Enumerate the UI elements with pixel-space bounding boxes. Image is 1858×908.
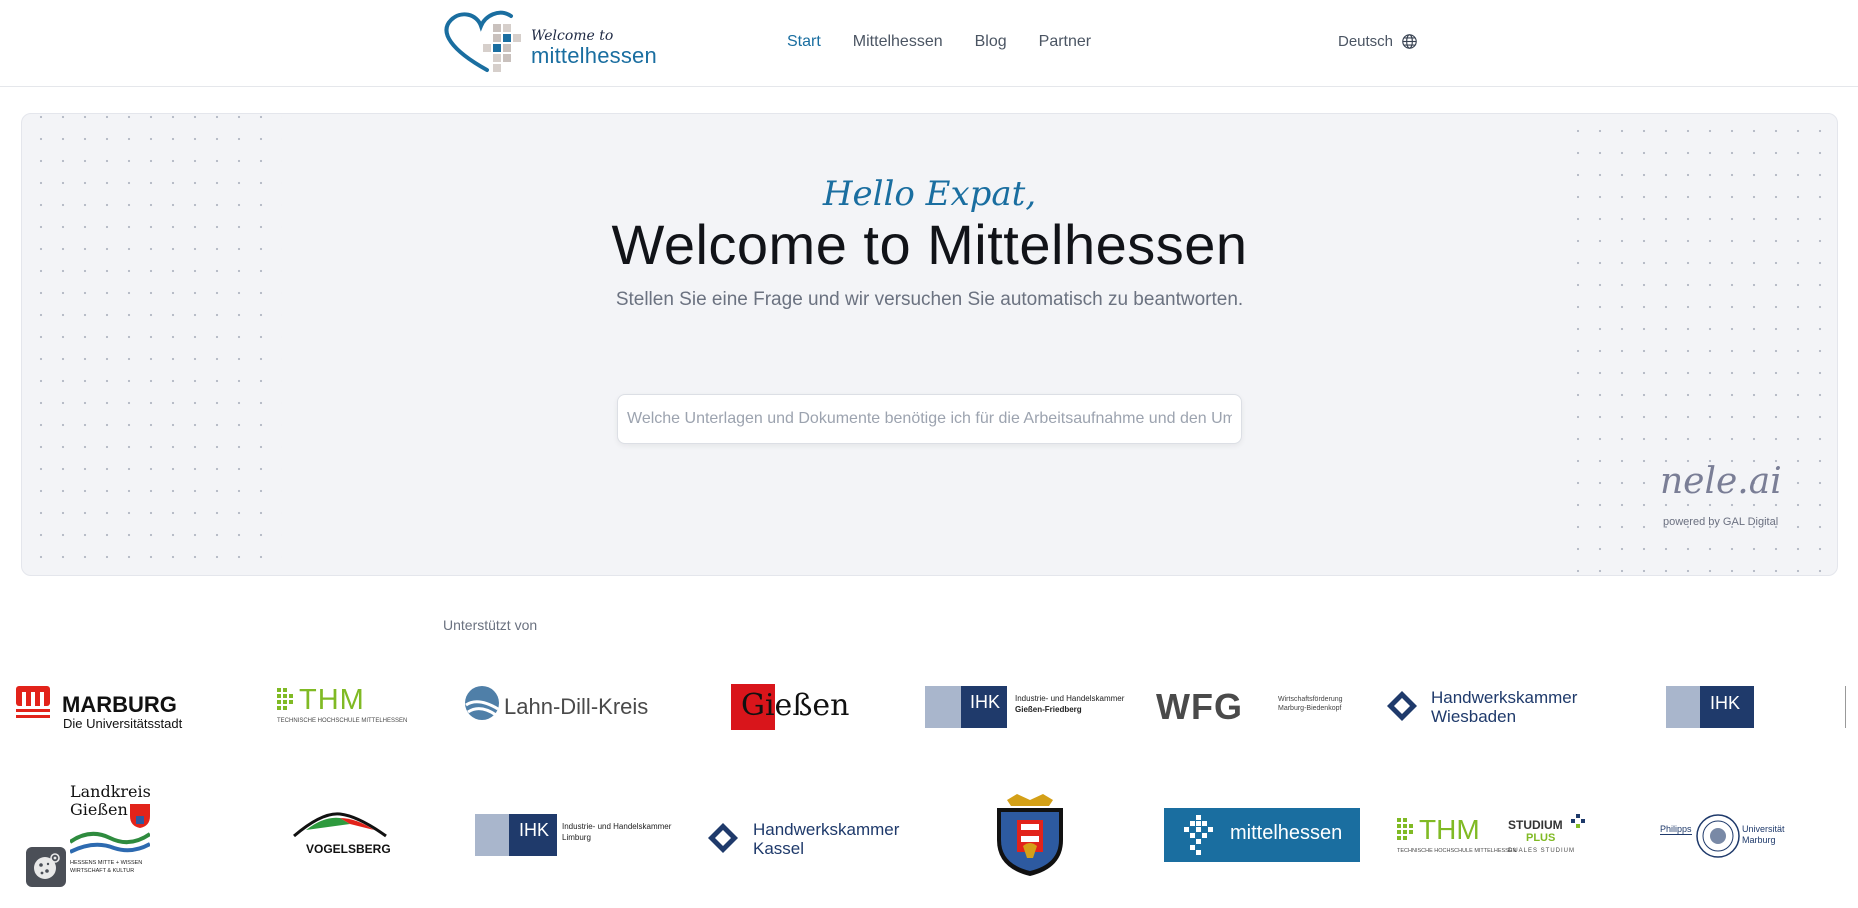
wfg-text: WFG xyxy=(1156,686,1243,727)
language-selector[interactable]: Deutsch xyxy=(1338,33,1418,50)
logo-hessen-coat-of-arms[interactable] xyxy=(993,794,1067,876)
logo-lahn-dill-kreis[interactable]: Lahn-Dill-Kreis xyxy=(464,685,654,725)
site-header: Welcome to mittelhessen Start Mittelhess… xyxy=(0,0,1858,87)
logo-wordmark: mittelhessen xyxy=(531,43,657,68)
hwk-wiesbaden-icon xyxy=(1387,691,1417,721)
logo-ihk-limburg[interactable]: IHK Industrie- und Handelskammer Limburg xyxy=(475,814,671,856)
mittelhessen-pixel-icon xyxy=(1184,815,1213,855)
nele-ai-brand[interactable]: nele.ai powered by GAL Digital xyxy=(1660,439,1790,539)
ihk-gf-badges xyxy=(925,686,961,728)
ihk-li-line2: Limburg xyxy=(562,833,591,842)
hero-section: Hello Expat, Welcome to Mittelhessen Ste… xyxy=(21,113,1838,576)
logo-vogelsberg[interactable]: VOGELSBERG xyxy=(292,810,391,856)
vogelsberg-text: VOGELSBERG xyxy=(306,842,391,856)
supporter-logos-row-2: Landkreis Gießen HESSENS MITTE + WISSEN … xyxy=(0,780,1858,880)
language-label: Deutsch xyxy=(1338,33,1394,50)
site-logo[interactable]: Welcome to mittelhessen xyxy=(441,10,657,78)
logo-handwerkskammer-wiesbaden[interactable]: Handwerkskammer Wiesbaden xyxy=(1387,684,1577,728)
nav-mittelhessen[interactable]: Mittelhessen xyxy=(853,33,943,51)
giessen-text: Gießen xyxy=(741,688,850,723)
vogelsberg-mountain-icon xyxy=(293,812,387,838)
thm2-text: THM xyxy=(1419,814,1480,845)
lkg-line3: HESSENS MITTE + WISSEN xyxy=(70,860,143,866)
hessen-coat-of-arms-icon xyxy=(997,794,1063,876)
studium-line2: PLUS xyxy=(1526,832,1556,844)
thm2-subtitle: TECHNISCHE HOCHSCHULE MITTELHESSEN xyxy=(1397,848,1517,854)
ihk-li-text: IHK xyxy=(519,820,550,840)
hwk-kassel-line2: Kassel xyxy=(753,839,805,858)
lahn-dill-text: Lahn-Dill-Kreis xyxy=(504,694,649,719)
logo-partial-clipped xyxy=(1845,686,1858,728)
globe-icon xyxy=(1402,34,1417,49)
ihk-li-line1: Industrie- und Handelskammer xyxy=(562,822,672,831)
pum-line1: Philipps xyxy=(1660,824,1692,835)
hero-title: Welcome to Mittelhessen xyxy=(611,213,1248,276)
thm2-grid-icon xyxy=(1397,818,1413,840)
lahn-dill-wave-icon xyxy=(465,686,499,720)
logo-thm-studiumplus[interactable]: THM TECHNISCHE HOCHSCHULE MITTELHESSEN S… xyxy=(1397,814,1589,858)
logo-philipps-universitaet-marburg[interactable]: Philipps Universität Marburg xyxy=(1660,814,1786,860)
pum-line3: Marburg xyxy=(1742,835,1776,845)
lkg-line1: Landkreis xyxy=(70,782,151,801)
lkg-line4: WIRTSCHAFT & KULTUR xyxy=(70,868,135,874)
logo-wfg[interactable]: WFG Wirtschaftsförderung Marburg-Biedenk… xyxy=(1156,686,1346,727)
nele-powered-by: powered by GAL Digital xyxy=(1663,516,1779,528)
hero-greeting: Hello Expat, xyxy=(822,174,1037,214)
studium-line1: STUDIUM xyxy=(1508,818,1563,832)
studium-plus-icon xyxy=(1571,814,1585,828)
question-input[interactable] xyxy=(618,395,1241,443)
ihk2-text: IHK xyxy=(1710,693,1741,713)
ihk-gf-line1: Industrie- und Handelskammer xyxy=(1015,694,1125,703)
pum-seal-icon xyxy=(1696,814,1740,858)
ihk2-badges xyxy=(1666,686,1700,728)
thm-subtitle: TECHNISCHE HOCHSCHULE MITTELHESSEN xyxy=(277,718,408,724)
lkg-line2: Gießen xyxy=(70,800,128,819)
ihk-gf-text: IHK xyxy=(970,692,1001,712)
wfg-line1: Wirtschaftsförderung xyxy=(1278,696,1343,703)
logo-giessen[interactable]: Gießen xyxy=(731,684,850,730)
question-search-box xyxy=(617,394,1242,444)
marburg-m-icon xyxy=(16,686,50,718)
logo-ihk-second[interactable]: IHK xyxy=(1666,686,1754,728)
logo-handwerkskammer-kassel[interactable]: Handwerkskammer Kassel xyxy=(708,816,900,860)
logo-thm[interactable]: THM TECHNISCHE HOCHSCHULE MITTELHESSEN xyxy=(277,684,407,728)
logo-mittelhessen[interactable]: mittelhessen xyxy=(1164,808,1360,862)
heart-logo-icon xyxy=(444,10,521,72)
marburg-title: MARBURG xyxy=(62,692,177,717)
hwk-wiesbaden-line1: Handwerkskammer xyxy=(1431,688,1578,707)
nav-start[interactable]: Start xyxy=(787,33,821,51)
hwk-kassel-line1: Handwerkskammer xyxy=(753,820,900,839)
nav-blog[interactable]: Blog xyxy=(975,33,1007,51)
studium-line3: DUALES STUDIUM xyxy=(1508,848,1576,854)
nav-partner[interactable]: Partner xyxy=(1039,33,1091,51)
cookie-settings-icon xyxy=(34,853,60,879)
lkg-hills-icon xyxy=(70,831,150,854)
cookie-settings-button[interactable] xyxy=(26,847,66,887)
supporters-heading: Unterstützt von xyxy=(443,617,538,633)
main-nav: Start Mittelhessen Blog Partner xyxy=(787,33,1091,51)
nele-wordmark: nele.ai xyxy=(1660,461,1782,502)
ihk-gf-line2: Gießen-Friedberg xyxy=(1015,705,1082,714)
logo-ihk-giessen-friedberg[interactable]: IHK Industrie- und Handelskammer Gießen-… xyxy=(925,686,1124,728)
hwk-wiesbaden-line2: Wiesbaden xyxy=(1431,707,1517,726)
lkg-crest-icon xyxy=(130,804,150,828)
logo-tagline: Welcome to xyxy=(531,28,614,44)
marburg-subtitle: Die Universitätsstadt xyxy=(63,716,183,731)
hwk-kassel-icon xyxy=(708,823,738,853)
logo-landkreis-giessen[interactable]: Landkreis Gießen HESSENS MITTE + WISSEN … xyxy=(68,782,154,876)
thm-text: THM xyxy=(299,684,365,716)
logo-marburg[interactable]: MARBURG Die Universitätsstadt xyxy=(16,682,184,731)
supporter-logos-row-1: MARBURG Die Universitätsstadt THM TECHNI… xyxy=(0,680,1858,735)
pum-line2: Universität xyxy=(1742,824,1785,834)
thm-grid-icon xyxy=(277,688,293,710)
wfg-line2: Marburg-Biedenkopf xyxy=(1278,705,1342,712)
mittelhessen-text: mittelhessen xyxy=(1230,822,1343,844)
hero-subtitle: Stellen Sie eine Frage und wir versuchen… xyxy=(615,289,1244,310)
ihk-li-crest xyxy=(475,814,509,856)
